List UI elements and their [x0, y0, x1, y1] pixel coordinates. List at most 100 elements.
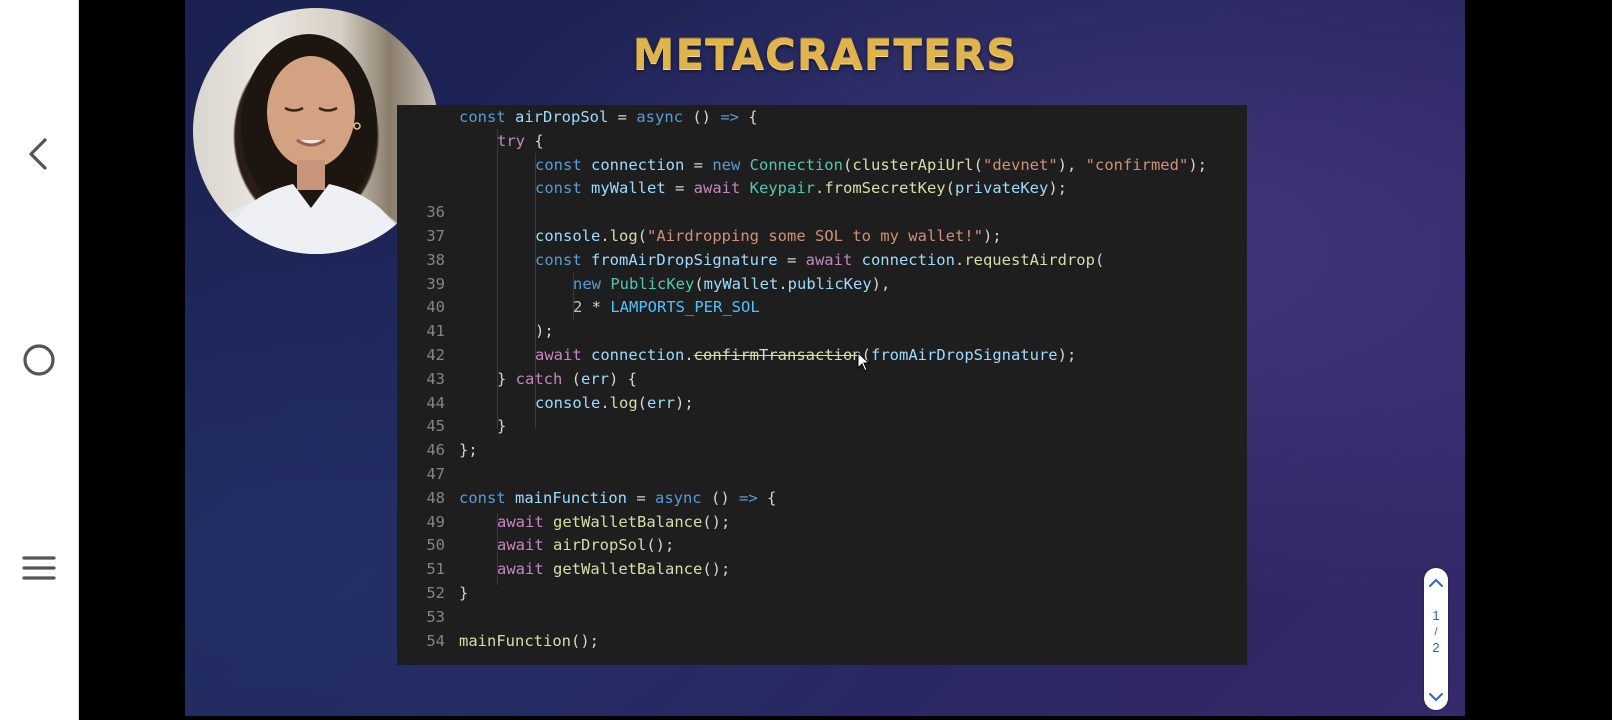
page-separator: /: [1434, 626, 1438, 638]
code-text: } catch (err) {: [459, 370, 637, 388]
code-token: (: [842, 155, 853, 174]
code-token: ();: [702, 512, 731, 531]
code-line: 39 new PublicKey(myWallet.publicKey),: [397, 272, 890, 296]
code-line: 47: [397, 462, 459, 486]
chevron-up-icon[interactable]: [1428, 574, 1444, 592]
line-number: 46: [426, 441, 445, 460]
code-token: .: [814, 179, 825, 198]
code-text: const airDropSol = async () => {: [459, 108, 758, 126]
code-token: fromAirDropSignature: [591, 250, 778, 269]
code-text: }: [459, 417, 506, 435]
code-line: 42 await connection.confirmTransaction(fr…: [397, 343, 1076, 367]
code-token: await: [805, 250, 862, 269]
code-token: const: [535, 250, 591, 269]
code-token: getWalletBalance: [553, 512, 703, 531]
code-token: err: [647, 393, 676, 412]
code-token: ();: [570, 631, 599, 650]
code-token: const: [535, 179, 591, 198]
page-indicator: 1 / 2: [1432, 606, 1439, 658]
code-token: (): [710, 488, 739, 507]
code-token: (): [692, 108, 721, 126]
code-token: "confirmed": [1085, 155, 1189, 174]
code-line: 44 console.log(err);: [397, 391, 694, 415]
code-line: 50 await airDropSol();: [397, 533, 674, 557]
code-token: connection: [591, 155, 685, 174]
code-token: );: [1048, 179, 1067, 198]
code-text: await getWalletBalance();: [459, 560, 730, 578]
circle-home-icon: [23, 344, 55, 376]
code-line: 54 mainFunction();: [397, 629, 599, 653]
code-token: PublicKey: [610, 274, 695, 293]
line-number: 48: [426, 488, 445, 507]
line-number: 38: [426, 250, 445, 269]
code-token: 2: [573, 298, 583, 317]
code-token: async: [636, 108, 693, 126]
video-frame[interactable]: METACRAFTERS const airDropSol = async ()…: [185, 0, 1465, 716]
code-token: );: [675, 393, 694, 412]
code-text: const fromAirDropSignature = await conne…: [459, 251, 1104, 269]
code-token: const: [459, 108, 515, 126]
code-token: .: [684, 346, 694, 364]
code-token: "Airdropping some SOL to my wallet!": [647, 227, 983, 245]
line-number: 51: [426, 560, 445, 579]
code-line: 45}: [397, 414, 506, 438]
code-token: );: [982, 227, 1002, 245]
code-token: getWalletBalance: [553, 560, 703, 579]
code-text: try {: [459, 132, 544, 150]
code-token: async: [654, 488, 711, 507]
code-text: }: [459, 584, 468, 602]
code-token: await: [497, 560, 553, 579]
code-token: mainFunction: [515, 488, 627, 507]
code-token: =>: [738, 488, 758, 507]
recent-apps-button[interactable]: [14, 543, 64, 593]
code-text: const mainFunction = async () => {: [459, 489, 776, 507]
code-text: 2 * LAMPORTS_PER_SOL: [459, 298, 760, 316]
code-token: ();: [646, 536, 675, 555]
line-number: 50: [426, 536, 445, 555]
code-token: =: [777, 250, 806, 269]
code-token: *: [582, 298, 611, 317]
code-token: confirmTransaction: [693, 346, 862, 364]
home-button[interactable]: [14, 335, 64, 385]
code-line: 36: [397, 200, 459, 224]
code-text: await getWalletBalance();: [459, 513, 730, 531]
code-line: 38 const fromAirDropSignature = await con…: [397, 248, 1104, 272]
code-token: Connection: [749, 155, 843, 174]
code-line: 53: [397, 605, 459, 629]
line-number: 43: [426, 369, 445, 388]
code-token: log: [609, 227, 638, 245]
code-line: const myWallet = await Keypair.fromSecre…: [397, 176, 1067, 200]
line-number: 40: [426, 298, 445, 317]
code-line: 51 await getWalletBalance();: [397, 557, 730, 581]
code-text: };: [459, 441, 478, 459]
code-token: const: [535, 155, 591, 174]
code-token: console: [535, 393, 601, 412]
code-text: const myWallet = await Keypair.fromSecre…: [459, 179, 1067, 197]
code-token: (: [637, 393, 648, 412]
code-line: 48 const mainFunction = async () => {: [397, 486, 776, 510]
code-text: console.log("Airdropping some SOL to my …: [459, 227, 1002, 245]
code-line: const airDropSol = async () => {: [397, 105, 758, 129]
code-text: new PublicKey(myWallet.publicKey),: [459, 275, 890, 293]
code-token: new: [712, 155, 750, 174]
code-token: await: [497, 536, 553, 555]
code-token: connection: [591, 346, 685, 364]
code-line: 49 await getWalletBalance();: [397, 510, 730, 534]
code-text: console.log(err);: [459, 394, 694, 412]
code-token: (: [973, 155, 983, 174]
code-token: {: [525, 131, 544, 150]
code-token: console: [535, 227, 601, 245]
line-number: 44: [426, 393, 445, 412]
code-editor-panel: const airDropSol = async () => {try {con…: [397, 105, 1247, 665]
code-token: new: [573, 274, 611, 293]
back-button[interactable]: [14, 129, 64, 179]
code-token: connection: [861, 250, 955, 269]
code-token: ),: [871, 274, 891, 293]
code-token: await: [497, 512, 553, 531]
code-token: try: [497, 131, 525, 150]
code-token: (: [694, 274, 704, 293]
code-token: {: [757, 488, 777, 507]
chevron-down-icon[interactable]: [1428, 688, 1444, 706]
code-line: const connection = new Connection(cluste…: [397, 153, 1207, 177]
code-text: await connection.confirmTransaction(from…: [459, 346, 1076, 364]
